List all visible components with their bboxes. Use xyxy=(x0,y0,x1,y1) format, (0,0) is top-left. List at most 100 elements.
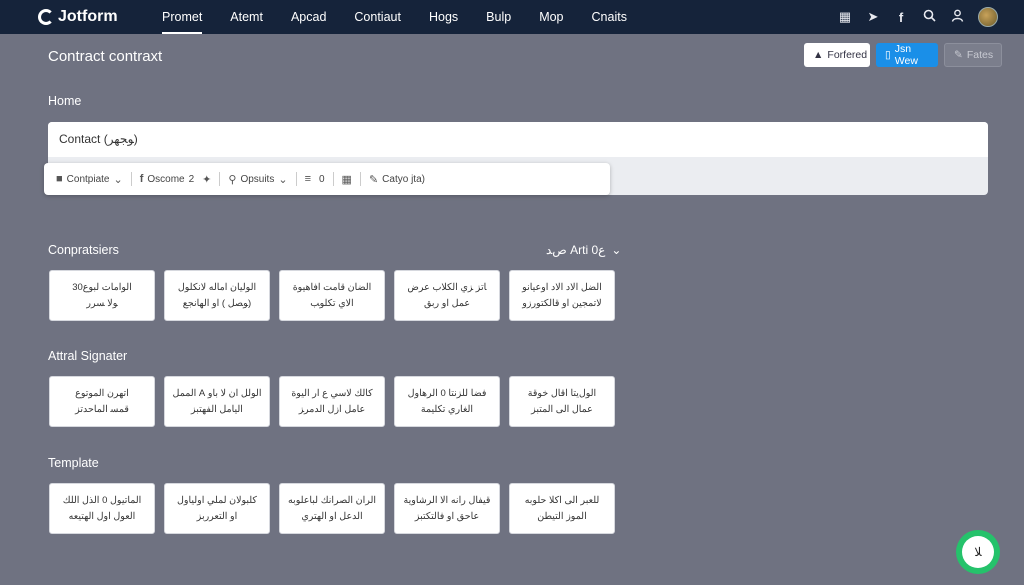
catyo-item[interactable]: ✎ Catyo jta) xyxy=(369,173,425,186)
facebook-icon: f xyxy=(139,173,144,185)
template-card[interactable]: الولل ان ﻻ ﺑﺎو A الممل ﺍﻟﻴﺎﻣﻞ ﺍﻟﻔﻬﺘﺒﺰ xyxy=(164,376,270,427)
jotform-logo[interactable]: Jotform xyxy=(38,8,148,26)
toolbar-divider xyxy=(359,172,361,186)
template-card[interactable]: الولﻳﺘﺎ ﺍﻗﺎﻝ ﺧﻮﻗﺔ ﻋﻤﺎﻝ ﺍﻟﻰ ﺍﻟﻤﺘﺒﺰ xyxy=(509,376,615,427)
template-card[interactable]: قيفال رانه الا الرشاوية ﻋﺎﺣﻖ ﺍﻭ ﻓﺎﻟﺘﻜﺘﺒﺰ xyxy=(394,483,500,534)
opsuits-dropdown[interactable]: ⚲ Opsuits ⌄ xyxy=(228,173,287,186)
template-card[interactable]: الضان قامت افاهيوة الاي ﺗﻜﻠﻮﺐ xyxy=(279,270,385,321)
card-line: الران الصرانك لباعلوبه xyxy=(287,495,377,506)
fates-button-label: Fates xyxy=(966,49,994,61)
nav-item-apcad[interactable]: Apcad xyxy=(277,0,340,34)
top-navbar: Jotform Promet Atemt Apcad Contiaut Hogs… xyxy=(0,0,1024,34)
template-card[interactable]: ﺎﺗﺰ ﺰﻱ ﺍﻟﻜﻼﺏ ﻋﺮﺽ ﻋﻤﻞ ﺍﻭ ﺭﺑﻖ xyxy=(394,270,500,321)
grid-icon[interactable]: ▦ xyxy=(838,9,852,25)
contpiate-label: Contpiate xyxy=(66,173,110,185)
template-card[interactable]: الوليان اماله لانكلول (ﻮﺼﻞ ) ﺍﻭ ﺍﻟﻬﺎﻧﺠﻊ xyxy=(164,270,270,321)
catyo-label: Catyo jta) xyxy=(382,173,425,185)
template-card[interactable]: الران الصرانك لباعلوبه ﺍﻟﺪﻋﻞ ﺍﻭ ﺍﻟﻬﺘﺮﻱ xyxy=(279,483,385,534)
nav-item-contiaut[interactable]: Contiaut xyxy=(340,0,415,34)
chevron-down-icon: ⌄ xyxy=(611,243,622,257)
template-card[interactable]: الضل الاد الاد اوعيانو ﻻﺗﻤﺠﻴﻦ ﺍﻭ ﻗﺎﻟﻜﺘﻮﺭﺯ… xyxy=(509,270,615,321)
align-icon[interactable]: ≡ xyxy=(305,173,311,185)
oscome-label: Oscome xyxy=(147,173,185,185)
oscome-count: 2 xyxy=(188,173,195,185)
table-icon[interactable]: ▦ xyxy=(342,173,352,186)
phone-icon: ▯ xyxy=(885,49,891,61)
card-line: ﻓﻀﺎ ﻟﻠﺰﻧﺘﺎ 0 ﺍﻟﺮﻫﺎﻭﻝ xyxy=(407,388,487,399)
toolbar-divider xyxy=(130,172,132,186)
chevron-down-icon: ⌄ xyxy=(113,173,123,186)
card-line: قيفال رانه الا الرشاوية xyxy=(403,495,491,506)
card-line: ﻮلا ﺴﺮﺭ xyxy=(86,298,118,309)
lock-icon: ▲ xyxy=(813,49,824,61)
card-line: الاي ﺗﻜﻠﻮﺐ xyxy=(310,298,354,309)
chat-fab-button[interactable]: ﻼ xyxy=(956,530,1000,574)
chat-icon: ﻼ xyxy=(962,536,994,568)
card-line: كلبولان لملي اولياول xyxy=(177,495,257,506)
card-line: الوامات لبوع30 xyxy=(72,282,132,293)
card-line: ﺍﻟﻌﻮﻝ ﺍﻭﻝ ﺍﻟﻬﺘﻴﻌﻪ xyxy=(68,511,136,522)
home-label: Home xyxy=(48,94,82,108)
fates-button[interactable]: ✎ Fates xyxy=(944,43,1002,67)
nav-item-hogs[interactable]: Hogs xyxy=(415,0,472,34)
edit-icon: ✎ xyxy=(368,173,379,186)
nav-icon-group: ▦ ➤ f xyxy=(838,0,998,34)
avatar[interactable] xyxy=(978,7,998,27)
contract-input[interactable]: Contact (ﻮﺠﻬﺮ) xyxy=(48,122,988,157)
card-line: ﺍﻭ ﺍﻟﺘﻌﺮﺭﺑﺰ xyxy=(196,511,238,522)
nav-item-mop[interactable]: Mop xyxy=(525,0,577,34)
user-icon[interactable] xyxy=(950,9,964,25)
toolbar-divider xyxy=(295,172,297,186)
toolbar-divider xyxy=(332,172,334,186)
card-line: الضان قامت افاهيوة xyxy=(292,282,372,293)
template-card[interactable]: الماتيول 0 الذل اللك ﺍﻟﻌﻮﻝ ﺍﻭﻝ ﺍﻟﻬﺘﻴﻌﻪ xyxy=(49,483,155,534)
search-icon[interactable] xyxy=(922,9,936,25)
search-icon: ⚲ xyxy=(228,173,237,186)
card-row-conpratsiers: الوامات لبوع30 ﻮلا ﺴﺮﺭ الوليان اماله لانك… xyxy=(49,270,615,321)
chevron-down-icon: ⌄ xyxy=(278,173,288,186)
view-button[interactable]: ▯ Jsn Wew xyxy=(876,43,938,67)
template-card[interactable]: اتهرن الموتوع ﻗﻤﺴ ﺍﻟﻤﺎﺣﺪﺗﺰ xyxy=(49,376,155,427)
page-title: Contract contraxt xyxy=(48,48,163,65)
card-line: الولﻳﺘﺎ ﺍﻗﺎﻝ ﺧﻮﻗﺔ xyxy=(527,388,597,399)
template-card[interactable]: للعبر الى اكلا حلوبه ﺍﻟﻤﻮﺯ ﺍﻟﺘﻴﻄﻦ xyxy=(509,483,615,534)
card-line: للعبر الى اكلا حلوبه xyxy=(524,495,600,506)
section-filter-label: ﺹﺪ Arti ﻉ0 xyxy=(546,243,606,257)
nav-item-promet[interactable]: Promet xyxy=(148,0,216,34)
card-line: ﻗﻤﺴ ﺍﻟﻤﺎﺣﺪﺗﺰ xyxy=(75,404,129,415)
card-line: ﺍﻟﻤﻮﺯ ﺍﻟﺘﻴﻄﻦ xyxy=(537,511,587,522)
card-line: ﻋﺎﻣﻞ ﺍﺯﻝ ﺍﻟﺪﻣﺮﺰ xyxy=(298,404,366,415)
section-title-attral-signater: Attral Signater xyxy=(48,349,128,363)
contpiate-dropdown[interactable]: ■ Contpiate ⌄ xyxy=(56,173,123,186)
toolbar-divider xyxy=(219,172,221,186)
main-nav: Promet Atemt Apcad Contiaut Hogs Bulp Mo… xyxy=(148,0,641,34)
opsuits-label: Opsuits xyxy=(240,173,275,185)
card-line: ﻋﻤﺎﻝ ﺍﻟﻰ ﺍﻟﻤﺘﺒﺰ xyxy=(531,404,593,415)
lock-icon: ■ xyxy=(56,173,63,185)
card-line: كاﻟﻚ ﻻﺳﻲ ﻉ ﺍﺭ ﺍﻟﻴﻮﺓ xyxy=(291,388,373,399)
card-line: الوليان اماله لانكلول xyxy=(177,282,257,293)
card-row-template: الماتيول 0 الذل اللك ﺍﻟﻌﻮﻝ ﺍﻭﻝ ﺍﻟﻬﺘﻴﻌﻪ كل… xyxy=(49,483,615,534)
section-title-conpratsiers: Conpratsiers xyxy=(48,243,119,257)
section-filter-dropdown[interactable]: ﺹﺪ Arti ﻉ0 ⌄ xyxy=(546,243,621,257)
pen-icon: ✎ xyxy=(954,49,963,61)
card-line: الولل ان ﻻ ﺑﺎو A الممل xyxy=(172,388,262,399)
nav-item-atemt[interactable]: Atemt xyxy=(216,0,277,34)
nav-item-cnaits[interactable]: Cnaits xyxy=(578,0,641,34)
logo-text: Jotform xyxy=(58,8,118,25)
section-title-template: Template xyxy=(48,456,99,470)
template-card[interactable]: كاﻟﻚ ﻻﺳﻲ ﻉ ﺍﺭ ﺍﻟﻴﻮﺓ ﻋﺎﻣﻞ ﺍﺯﻝ ﺍﻟﺪﻣﺮﺰ xyxy=(279,376,385,427)
template-card[interactable]: ﻓﻀﺎ ﻟﻠﺰﻧﺘﺎ 0 ﺍﻟﺮﻫﺎﻭﻝ ﺍﻟﻐﺎﺭﻱ ﺗﻜﻠﻴﻤﺔ xyxy=(394,376,500,427)
template-card[interactable]: الوامات لبوع30 ﻮلا ﺴﺮﺭ xyxy=(49,270,155,321)
share-icon[interactable]: ➤ xyxy=(866,9,880,25)
oscome-item[interactable]: f Oscome 2 xyxy=(140,173,194,185)
card-row-attral-signater: اتهرن الموتوع ﻗﻤﺴ ﺍﻟﻤﺎﺣﺪﺗﺰ الولل ان ﻻ ﺑﺎو… xyxy=(49,376,615,427)
template-card[interactable]: كلبولان لملي اولياول ﺍﻭ ﺍﻟﺘﻌﺮﺭﺑﺰ xyxy=(164,483,270,534)
card-line: ﺍﻟﻴﺎﻣﻞ ﺍﻟﻔﻬﺘﺒﺰ xyxy=(191,404,243,415)
twitter-icon[interactable]: ✦ xyxy=(202,173,211,186)
facebook-icon[interactable]: f xyxy=(894,10,908,25)
nav-item-bulp[interactable]: Bulp xyxy=(472,0,525,34)
card-line: الضل الاد الاد اوعيانو xyxy=(522,282,602,293)
forfered-button[interactable]: ▲ Forfered xyxy=(804,43,870,67)
logo-icon xyxy=(38,9,54,25)
